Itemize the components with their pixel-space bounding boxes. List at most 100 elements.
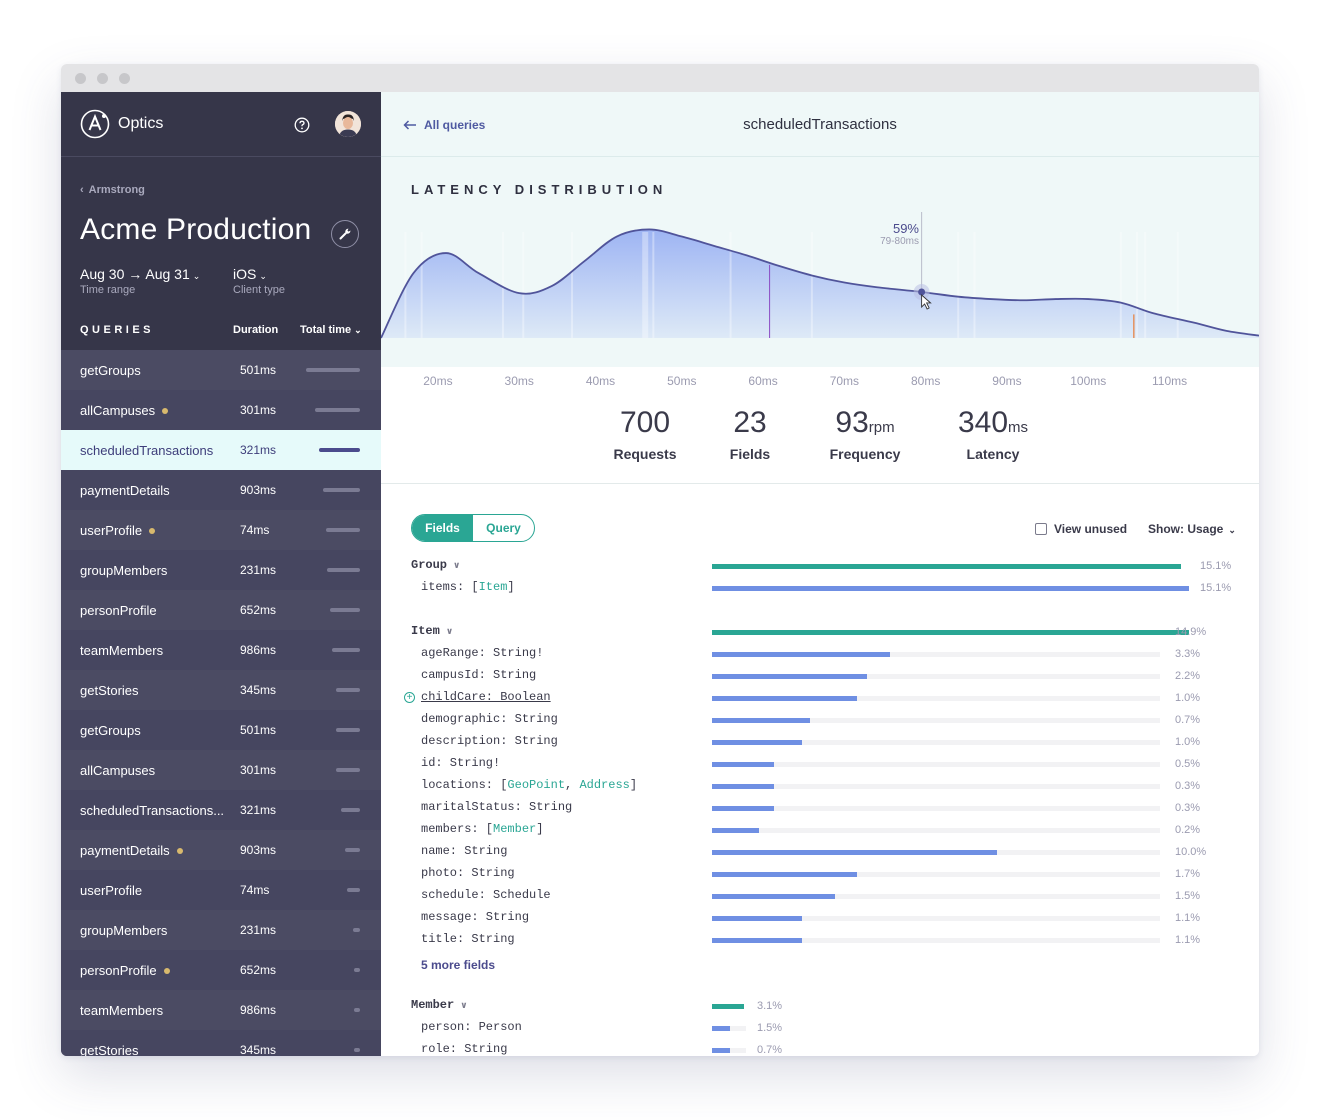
field-signature-part: name: String — [421, 844, 508, 858]
window-maximize-button[interactable] — [119, 73, 130, 84]
type-group-row[interactable]: Item ∨ 14.9% — [381, 621, 1259, 643]
time-range-label: Time range — [80, 284, 136, 296]
field-row[interactable]: message: String 1.1% — [381, 907, 1259, 929]
query-name: personProfile — [80, 603, 157, 618]
query-row[interactable]: paymentDetails 903ms — [61, 470, 381, 510]
query-total-time-bar — [332, 648, 360, 652]
field-usage-bar — [712, 762, 774, 767]
field-type-link[interactable]: GeoPoint — [507, 778, 565, 792]
query-duration: 903ms — [240, 483, 277, 497]
type-group-row[interactable]: Group ∨ 15.1% — [381, 555, 1259, 577]
time-range-filter[interactable]: Aug 30 → Aug 31 ⌄ Time range — [80, 266, 200, 296]
chevron-down-icon[interactable]: ∨ — [446, 627, 453, 637]
query-row[interactable]: groupMembers 231ms — [61, 550, 381, 590]
total-time-sort-button[interactable]: Total time ⌄ — [300, 324, 362, 336]
field-row[interactable]: person: Person 1.5% — [381, 1017, 1259, 1039]
chevron-down-icon[interactable]: ∨ — [460, 1001, 467, 1011]
query-duration: 652ms — [240, 603, 277, 617]
query-row[interactable]: getGroups 501ms — [61, 710, 381, 750]
field-row[interactable]: locations: [GeoPoint, Address] 0.3% — [381, 775, 1259, 797]
field-row[interactable]: role: String 0.7% — [381, 1039, 1259, 1056]
field-row[interactable]: ageRange: String! 3.3% — [381, 643, 1259, 665]
breadcrumb[interactable]: ‹ Armstrong — [80, 184, 145, 196]
field-signature-part: ] — [629, 778, 638, 792]
query-row[interactable]: scheduledTransactions... 321ms — [61, 790, 381, 830]
type-usage-percent: 3.1% — [757, 1000, 783, 1012]
field-type-link[interactable]: Member — [493, 822, 536, 836]
field-signature-part: id: String! — [421, 756, 501, 770]
field-signature-part: person: Person — [421, 1020, 522, 1034]
latency-area — [381, 229, 1259, 338]
field-row[interactable]: title: String 1.1% — [381, 929, 1259, 951]
more-fields-link[interactable]: 5 more fields — [421, 958, 495, 972]
field-row[interactable]: members: [Member] 0.2% — [381, 819, 1259, 841]
field-signature: role: String — [421, 1042, 507, 1056]
query-status-dot — [162, 407, 169, 414]
query-row[interactable]: teamMembers 986ms — [61, 630, 381, 670]
query-row[interactable]: allCampuses 301ms — [61, 750, 381, 790]
query-row[interactable]: paymentDetails 903ms — [61, 830, 381, 870]
chevron-down-icon[interactable]: ∨ — [453, 561, 460, 571]
query-row[interactable]: getStories 345ms — [61, 1030, 381, 1056]
query-row[interactable]: allCampuses 301ms — [61, 390, 381, 430]
field-usage-bar — [712, 894, 835, 899]
query-row[interactable]: userProfile 74ms — [61, 510, 381, 550]
type-group-row[interactable]: Member ∨ 3.1% — [381, 995, 1259, 1017]
query-duration: 231ms — [240, 563, 277, 577]
field-signature: photo: String — [421, 866, 515, 880]
tab-fields[interactable]: Fields — [412, 515, 473, 541]
brand-name: Optics — [118, 115, 164, 132]
query-name: groupMembers — [80, 923, 168, 938]
field-type-link[interactable]: Address — [579, 778, 629, 792]
view-unused-checkbox[interactable] — [1035, 523, 1047, 535]
field-row[interactable]: demographic: String 0.7% — [381, 709, 1259, 731]
field-usage-percent: 1.5% — [757, 1022, 783, 1034]
window-minimize-button[interactable] — [97, 73, 108, 84]
client-type-filter[interactable]: iOS ⌄ Client type — [233, 266, 285, 296]
add-field-icon[interactable]: + — [404, 692, 415, 703]
query-duration: 501ms — [240, 723, 277, 737]
query-total-time-bar — [315, 408, 360, 412]
field-row[interactable]: maritalStatus: String 0.3% — [381, 797, 1259, 819]
query-row[interactable]: personProfile 652ms — [61, 950, 381, 990]
duration-column-header[interactable]: Duration — [233, 324, 278, 336]
view-unused-label[interactable]: View unused — [1054, 522, 1127, 536]
apollo-logo-icon[interactable] — [80, 109, 110, 139]
query-total-time-bar — [354, 968, 360, 972]
field-row[interactable]: items: [Item] 15.1% — [381, 577, 1259, 599]
query-total-time-bar — [323, 488, 360, 492]
query-row[interactable]: getGroups 501ms — [61, 350, 381, 390]
field-row[interactable]: campusId: String 2.2% — [381, 665, 1259, 687]
query-row[interactable]: personProfile 652ms — [61, 590, 381, 630]
wrench-icon — [339, 228, 351, 240]
field-row[interactable]: photo: String 1.7% — [381, 863, 1259, 885]
latency-chart[interactable] — [381, 212, 1259, 368]
field-row[interactable]: id: String! 0.5% — [381, 753, 1259, 775]
query-name: getGroups — [80, 723, 141, 738]
field-row[interactable]: schedule: Schedule 1.5% — [381, 885, 1259, 907]
field-usage-bar — [712, 872, 857, 877]
query-row[interactable]: scheduledTransactions 321ms — [61, 430, 381, 470]
query-row[interactable]: userProfile 74ms — [61, 870, 381, 910]
query-total-time-bar — [341, 808, 360, 812]
show-usage-dropdown[interactable]: Show: Usage ⌄ — [1148, 522, 1236, 536]
x-axis-tick: 110ms — [1151, 374, 1188, 388]
user-avatar[interactable] — [335, 111, 361, 137]
window-close-button[interactable] — [75, 73, 86, 84]
stat-value: 93rpm — [830, 408, 901, 438]
queries-title: QUERIES — [80, 324, 155, 336]
query-row[interactable]: groupMembers 231ms — [61, 910, 381, 950]
field-row[interactable]: description: String 1.0% — [381, 731, 1259, 753]
query-total-time-bar — [354, 1048, 360, 1052]
query-duration: 321ms — [240, 443, 277, 457]
field-row[interactable]: + childCare: Boolean 1.0% — [381, 687, 1259, 709]
settings-button[interactable] — [331, 220, 359, 248]
help-icon[interactable] — [294, 117, 310, 133]
field-row[interactable]: name: String 10.0% — [381, 841, 1259, 863]
window-titlebar — [61, 64, 1259, 92]
query-name: getStories — [80, 683, 139, 698]
field-type-link[interactable]: Item — [479, 580, 508, 594]
tab-query[interactable]: Query — [473, 515, 534, 541]
query-row[interactable]: getStories 345ms — [61, 670, 381, 710]
query-row[interactable]: teamMembers 986ms — [61, 990, 381, 1030]
